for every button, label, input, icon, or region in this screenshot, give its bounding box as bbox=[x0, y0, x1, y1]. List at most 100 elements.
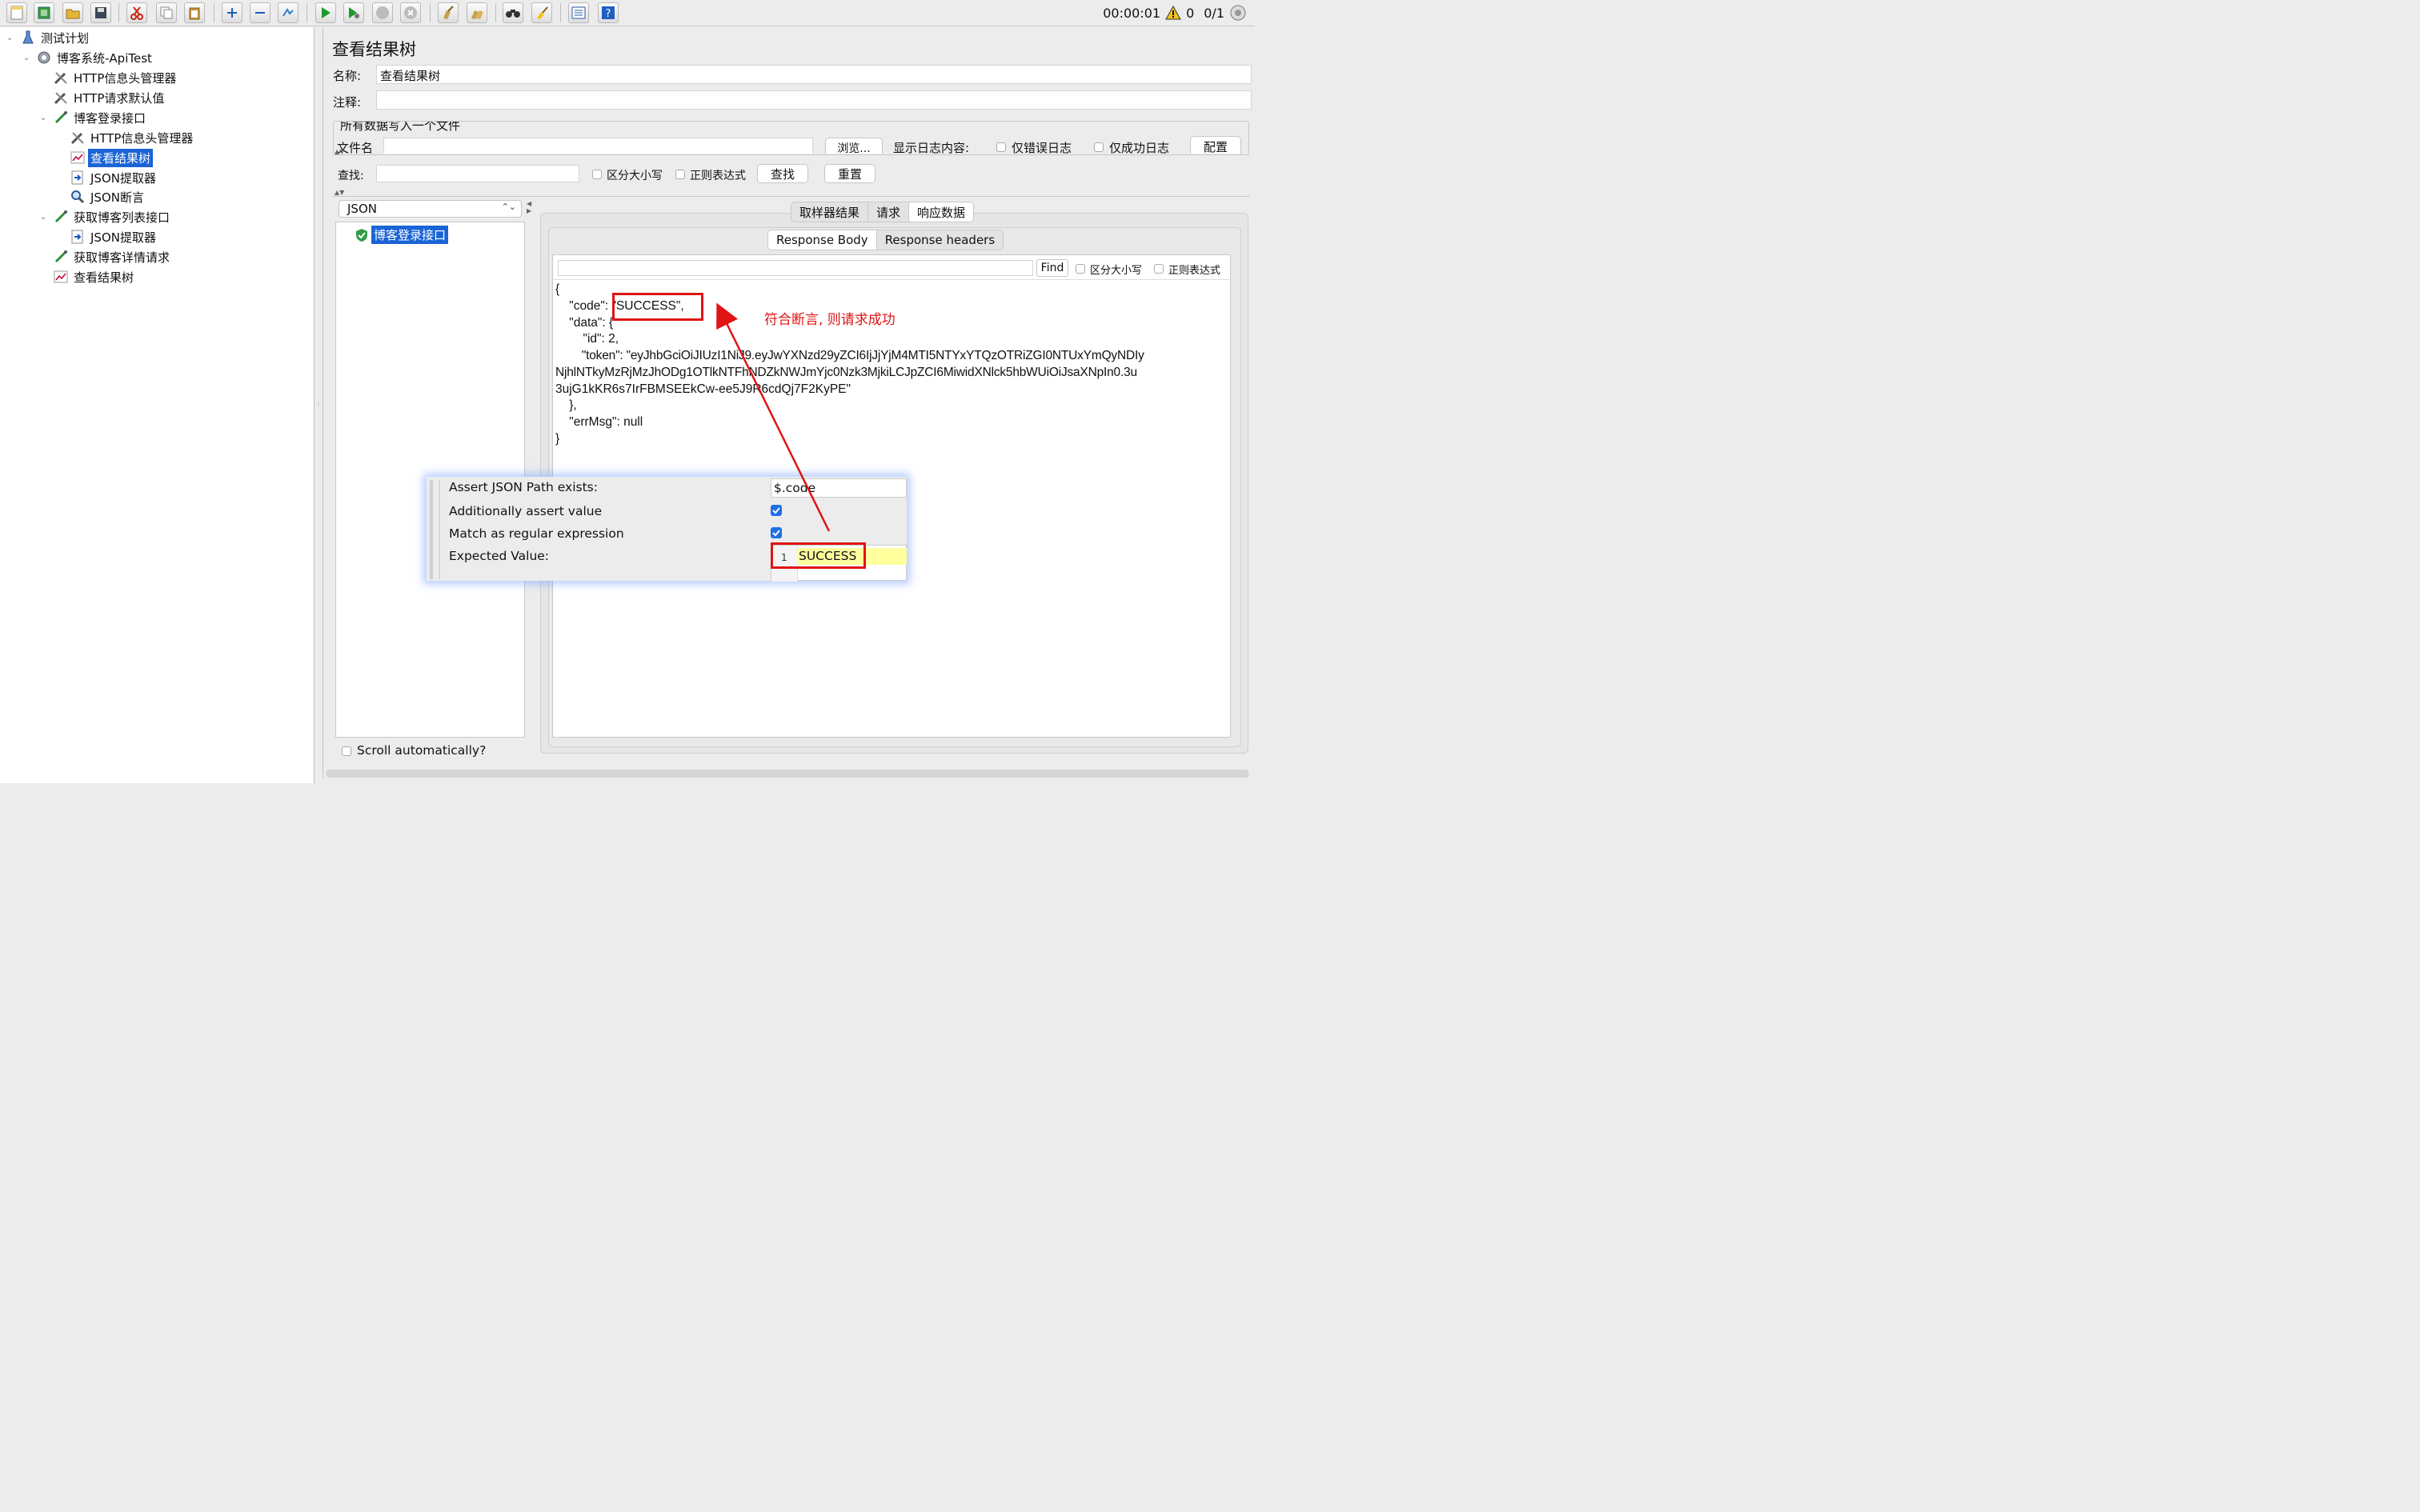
comment-field[interactable] bbox=[376, 90, 1252, 110]
tree-item-request-defaults[interactable]: HTTP请求默认值 bbox=[53, 89, 166, 106]
tree-item-login-sampler[interactable]: 博客登录接口 bbox=[53, 109, 148, 126]
elapsed-timer: 00:00:01 bbox=[1103, 5, 1161, 21]
success-shield-icon bbox=[356, 228, 367, 242]
pipette-icon bbox=[53, 250, 69, 264]
magnifier-icon bbox=[70, 190, 86, 204]
errors-only-checkbox[interactable] bbox=[996, 142, 1006, 152]
pipette-icon bbox=[53, 110, 69, 125]
expected-highlight-box bbox=[771, 542, 866, 569]
collapse-toggle[interactable]: ⌄ bbox=[40, 114, 46, 122]
tree-item-json-assertion[interactable]: JSON断言 bbox=[70, 188, 146, 206]
case-sensitive-label: 区分大小写 bbox=[607, 170, 663, 182]
start-icon[interactable] bbox=[315, 2, 336, 23]
collapse-toggle[interactable]: ⌄ bbox=[6, 34, 13, 42]
tree-item-test-plan[interactable]: 测试计划 bbox=[20, 29, 91, 46]
filename-field[interactable] bbox=[383, 138, 813, 154]
tab-request[interactable]: 请求 bbox=[868, 202, 910, 222]
find-button[interactable]: 查找 bbox=[757, 164, 808, 183]
clear-all-icon[interactable] bbox=[467, 2, 487, 23]
result-item-login[interactable]: 博客登录接口 bbox=[355, 226, 449, 244]
split-arrows[interactable]: ▲▼ bbox=[335, 189, 344, 196]
horizontal-scrollbar[interactable] bbox=[326, 770, 1249, 778]
case-sensitive-checkbox[interactable] bbox=[592, 170, 602, 179]
splitter-handle[interactable]: ⋮ bbox=[315, 400, 322, 408]
run-status: 00:00:01 0 0/1 bbox=[1103, 0, 1247, 26]
stop-icon[interactable] bbox=[372, 2, 393, 23]
tree-item-blog-list-sampler[interactable]: 获取博客列表接口 bbox=[53, 208, 172, 226]
assert-path-label: Assert JSON Path exists: bbox=[449, 480, 598, 494]
tree-item-view-results-selected[interactable]: 查看结果树 bbox=[70, 148, 154, 167]
browse-button[interactable]: 浏览... bbox=[825, 138, 883, 154]
success-only-checkbox[interactable] bbox=[1094, 142, 1104, 152]
search-field[interactable] bbox=[376, 165, 579, 182]
file-section-title: 所有数据写入一个文件 bbox=[339, 122, 463, 134]
shutdown-icon[interactable] bbox=[400, 2, 421, 23]
tree-item-header-manager[interactable]: HTTP信息头管理器 bbox=[53, 69, 178, 86]
wrench-icon bbox=[53, 90, 69, 105]
wrench-icon bbox=[53, 70, 69, 85]
toggle-icon[interactable] bbox=[278, 2, 298, 23]
remote-status-icon bbox=[1230, 5, 1246, 21]
function-helper-icon[interactable] bbox=[568, 2, 589, 23]
warning-icon[interactable] bbox=[1165, 6, 1181, 20]
open-icon[interactable] bbox=[62, 2, 83, 23]
log-display-label: 显示日志内容: bbox=[893, 141, 970, 154]
tree-item-header-manager-child[interactable]: HTTP信息头管理器 bbox=[70, 129, 195, 146]
renderer-select[interactable]: JSON ⌃⌄ bbox=[339, 200, 522, 218]
tab-response-headers[interactable]: Response headers bbox=[877, 230, 1003, 250]
new-icon[interactable] bbox=[6, 2, 27, 23]
comment-label: 注释: bbox=[333, 95, 362, 110]
reset-button[interactable]: 重置 bbox=[824, 164, 875, 183]
json-assertion-overlay: Assert JSON Path exists: $.code Addition… bbox=[427, 477, 907, 582]
save-icon[interactable] bbox=[90, 2, 111, 23]
json-line: { bbox=[555, 282, 560, 296]
start-no-pause-icon[interactable] bbox=[343, 2, 364, 23]
clear-icon[interactable] bbox=[438, 2, 459, 23]
paste-icon[interactable] bbox=[184, 2, 205, 23]
response-find-field[interactable] bbox=[558, 260, 1033, 276]
match-regex-label: Match as regular expression bbox=[449, 526, 624, 541]
cut-icon[interactable] bbox=[126, 2, 147, 23]
tree-item-json-extractor[interactable]: JSON提取器 bbox=[70, 169, 158, 186]
response-case-checkbox[interactable] bbox=[1076, 264, 1085, 274]
response-regex-checkbox[interactable] bbox=[1154, 264, 1164, 274]
search-icon[interactable] bbox=[503, 2, 523, 23]
json-line: } bbox=[555, 432, 560, 446]
tree-item-thread-group[interactable]: 博客系统-ApiTest bbox=[36, 49, 154, 66]
configure-button[interactable]: 配置 bbox=[1190, 136, 1241, 154]
tree-item-json-extractor-2[interactable]: JSON提取器 bbox=[70, 228, 158, 246]
split-arrows[interactable]: ▲▼ bbox=[335, 148, 344, 155]
tab-sampler-result[interactable]: 取样器结果 bbox=[791, 202, 869, 222]
checkmark-icon bbox=[772, 530, 780, 537]
tab-response-data[interactable]: 响应数据 bbox=[909, 202, 974, 222]
success-highlight-box bbox=[612, 293, 703, 321]
name-field[interactable]: 查看结果树 bbox=[376, 65, 1252, 84]
help-icon[interactable]: ? bbox=[598, 2, 619, 23]
response-find-button[interactable]: Find bbox=[1036, 259, 1068, 277]
regex-checkbox[interactable] bbox=[675, 170, 685, 179]
assert-path-field[interactable]: $.code bbox=[771, 478, 907, 498]
collapse-toggle[interactable]: ⌄ bbox=[40, 213, 46, 222]
result-tabs: 取样器结果 请求 响应数据 bbox=[791, 202, 975, 222]
thread-count: 0/1 bbox=[1204, 5, 1224, 21]
copy-icon[interactable] bbox=[156, 2, 177, 23]
reset-search-icon[interactable] bbox=[531, 2, 552, 23]
scroll-auto-checkbox[interactable] bbox=[342, 746, 351, 756]
tab-response-body[interactable]: Response Body bbox=[768, 230, 877, 250]
file-section: 所有数据写入一个文件 文件名 浏览... 显示日志内容: 仅错误日志 仅成功日志… bbox=[333, 121, 1249, 154]
collapse-toggle[interactable]: ⌄ bbox=[23, 54, 30, 62]
match-regex-checkbox[interactable] bbox=[771, 527, 782, 538]
pipette-icon bbox=[53, 210, 69, 224]
extractor-icon bbox=[70, 170, 86, 185]
collapse-icon[interactable] bbox=[250, 2, 270, 23]
flask-icon bbox=[20, 30, 36, 45]
tree-item-view-results-2[interactable]: 查看结果树 bbox=[53, 268, 136, 286]
checkmark-icon bbox=[772, 507, 780, 514]
svg-text:?: ? bbox=[606, 8, 611, 20]
expand-icon[interactable] bbox=[222, 2, 242, 23]
json-line: NjhlNTkyMzRjMzJhODg1OTlkNTFhNDZkNWJmYjc0… bbox=[555, 366, 1137, 379]
assert-value-checkbox[interactable] bbox=[771, 505, 782, 516]
tree-item-blog-detail-sampler[interactable]: 获取博客详情请求 bbox=[53, 248, 172, 266]
split-arrows[interactable]: ◀ ▶ bbox=[527, 200, 531, 214]
templates-icon[interactable] bbox=[34, 2, 54, 23]
